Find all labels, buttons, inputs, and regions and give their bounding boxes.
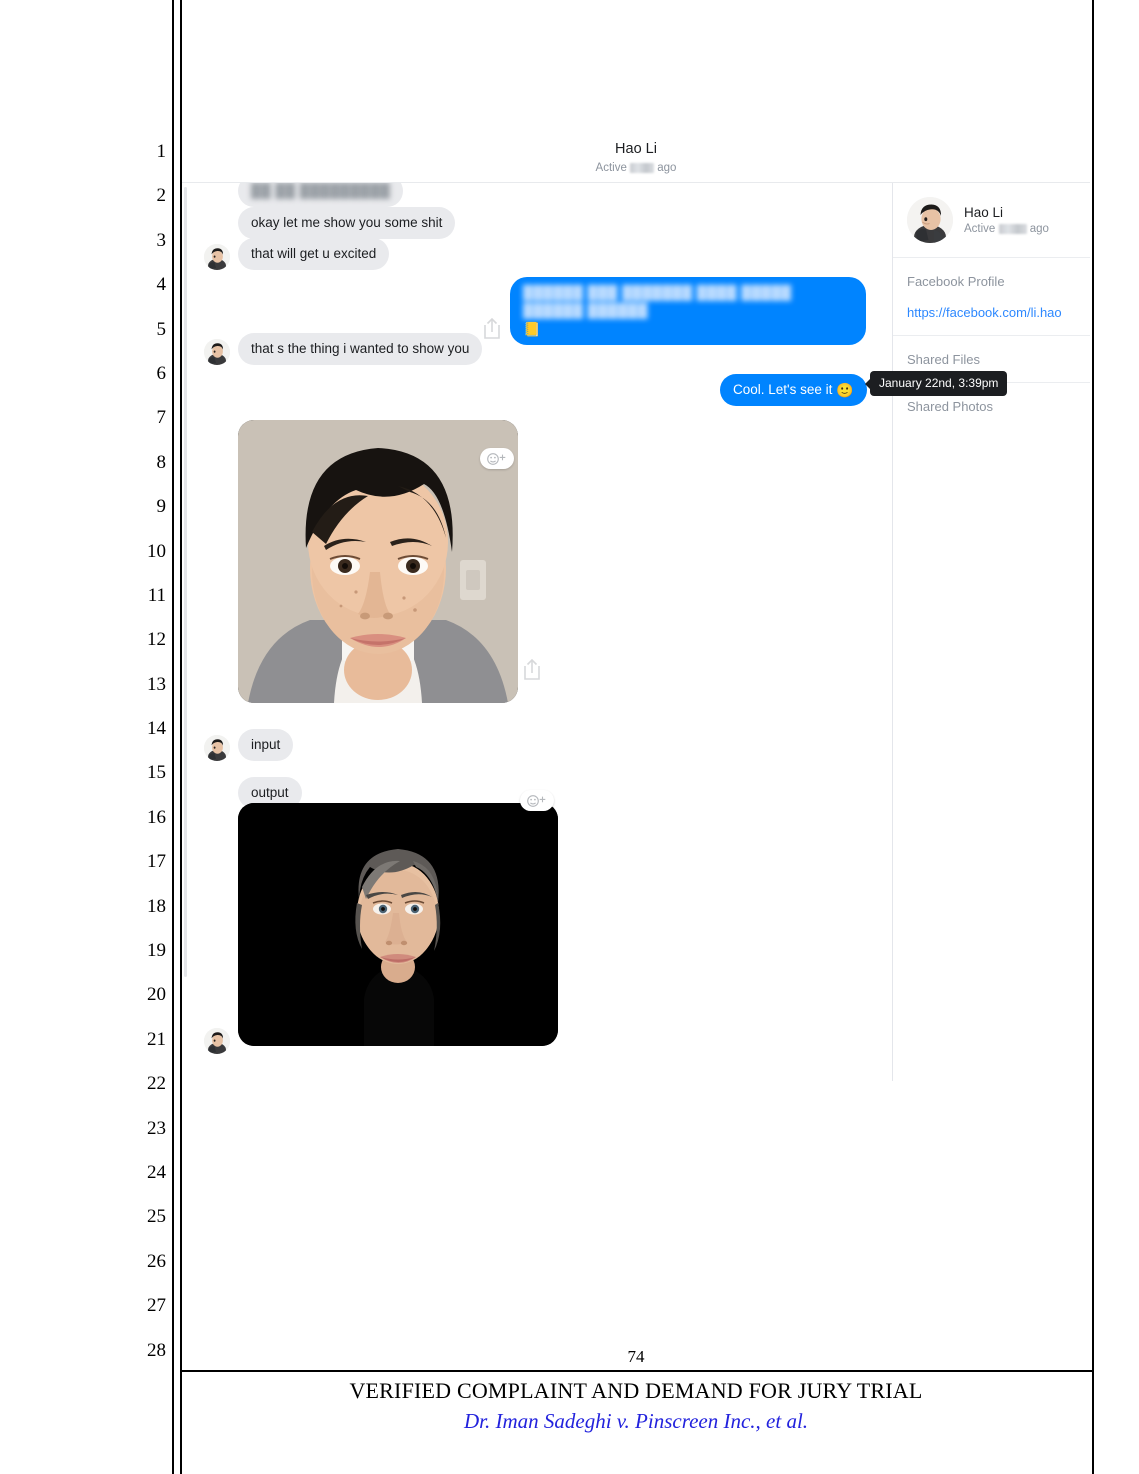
footer-rule <box>180 1369 1092 1372</box>
line-number: 3 <box>156 229 167 251</box>
message-bubble-outgoing[interactable]: Cool. Let's see it 🙂 <box>720 374 867 406</box>
message-bubble[interactable]: that s the thing i wanted to show you <box>238 333 483 365</box>
message-text: input <box>251 737 281 752</box>
details-profile-row[interactable]: Hao Li Active ago <box>893 183 1090 257</box>
thread-header: Hao Li Active ago <box>182 136 1090 183</box>
line-number: 1 <box>156 141 167 162</box>
page-number: 74 <box>627 1346 645 1366</box>
line-number: 20 <box>147 984 166 1006</box>
line-number: 15 <box>147 762 166 784</box>
avatar <box>907 197 953 243</box>
thread-active-status: Active ago <box>182 161 1090 175</box>
message-emoji: 📒 <box>523 321 541 337</box>
message-bubble[interactable]: okay let me show you some shit <box>238 207 456 239</box>
right-margin-rule <box>1092 0 1094 1474</box>
details-profile-name: Hao Li <box>964 204 1004 220</box>
line-number: 14 <box>147 718 166 740</box>
line-number: 22 <box>147 1073 166 1095</box>
message-emoji: 🙂 <box>836 382 854 398</box>
message-text: output <box>251 785 289 800</box>
line-number: 16 <box>147 806 166 828</box>
share-icon[interactable] <box>521 657 543 681</box>
active-prefix: Active <box>595 162 627 174</box>
avatar <box>204 244 230 270</box>
conversation-scrollbar[interactable] <box>184 187 187 977</box>
line-number: 28 <box>147 1339 166 1361</box>
line-number: 11 <box>147 584 166 606</box>
document-footer: 74 VERIFIED COMPLAINT AND DEMAND FOR JUR… <box>180 1347 1092 1437</box>
message-text: ██ ██ █████████ <box>251 183 391 198</box>
message-text: ██████ ███ ███████ ████ █████ ██████ ███… <box>523 285 792 318</box>
line-number: 24 <box>147 1161 166 1183</box>
add-reaction-icon[interactable] <box>520 790 554 811</box>
line-number: 13 <box>147 673 166 695</box>
active-suffix: ago <box>1029 222 1049 235</box>
line-number: 2 <box>156 185 167 207</box>
active-prefix: Active <box>964 222 996 235</box>
message-bubble-redacted-outgoing[interactable]: ██████ ███ ███████ ████ █████ ██████ ███… <box>510 277 866 345</box>
message-row: ██ ██ █████████ <box>238 183 404 207</box>
thread-details-panel: Hao Li Active ago Facebook Profile https… <box>892 183 1090 1081</box>
line-number: 10 <box>147 540 166 562</box>
facebook-profile-section: Facebook Profile https://facebook.com/li… <box>893 257 1090 335</box>
conversation-scroll-area[interactable]: ██ ██ █████████ okay let me show you som… <box>182 183 892 1081</box>
line-number: 8 <box>156 451 167 473</box>
line-number: 19 <box>147 940 166 962</box>
message-text: that s the thing i wanted to show you <box>251 341 470 356</box>
add-reaction-icon[interactable] <box>480 448 514 469</box>
pleading-page: 1 2 3 4 5 6 7 8 9 10 11 12 13 14 15 16 1… <box>0 0 1139 1474</box>
message-text: Cool. Let's see it <box>733 382 833 397</box>
message-row-outgoing: Cool. Let's see it 🙂 <box>720 374 867 406</box>
line-number: 27 <box>147 1295 166 1317</box>
shared-photos-label: Shared Photos <box>907 399 994 414</box>
line-number: 7 <box>156 407 167 429</box>
attachment-output-render[interactable] <box>238 803 558 1046</box>
message-text: okay let me show you some shit <box>251 215 443 230</box>
message-row: input <box>204 729 294 761</box>
avatar <box>204 735 230 761</box>
active-suffix: ago <box>657 162 677 174</box>
message-row <box>204 1028 238 1054</box>
footer-case-caption: Dr. Iman Sadeghi v. Pinscreen Inc., et a… <box>463 1409 809 1433</box>
footer-title: VERIFIED COMPLAINT AND DEMAND FOR JURY T… <box>349 1378 923 1403</box>
redacted-active-time <box>630 163 655 173</box>
line-number: 6 <box>156 362 167 384</box>
line-number: 25 <box>147 1206 166 1228</box>
line-number: 18 <box>147 895 166 917</box>
thread-title: Hao Li <box>615 141 657 157</box>
shared-files-label: Shared Files <box>907 352 980 367</box>
attachment-input-photo[interactable] <box>238 420 518 703</box>
avatar <box>204 339 230 365</box>
messenger-screenshot-exhibit: Hao Li Active ago ██ ██ █████████ okay l… <box>182 136 1090 1081</box>
line-number: 17 <box>147 851 166 873</box>
message-row: that s the thing i wanted to show you <box>204 333 483 365</box>
message-row-outgoing: ██████ ███ ███████ ████ █████ ██████ ███… <box>510 277 866 345</box>
line-number: 12 <box>147 629 166 651</box>
line-number: 4 <box>156 274 167 296</box>
avatar <box>204 1028 230 1054</box>
left-margin-rule-outer <box>172 0 174 1474</box>
message-timestamp-tooltip: January 22nd, 3:39pm <box>864 371 1008 396</box>
redacted-active-time <box>998 223 1027 234</box>
message-bubble-redacted[interactable]: ██ ██ █████████ <box>238 183 404 207</box>
message-text: that will get u excited <box>251 246 377 261</box>
message-row: okay let me show you some shit <box>238 207 456 239</box>
facebook-profile-label: Facebook Profile <box>907 274 1005 289</box>
line-number: 21 <box>147 1028 166 1050</box>
message-bubble-input-label[interactable]: input <box>238 729 294 761</box>
line-number: 23 <box>147 1117 166 1139</box>
line-number: 5 <box>156 318 167 340</box>
message-bubble[interactable]: that will get u excited <box>238 238 390 270</box>
line-number: 9 <box>156 496 167 518</box>
details-active-status: Active ago <box>964 222 1049 237</box>
facebook-profile-link[interactable]: https://facebook.com/li.hao <box>907 304 1090 321</box>
line-number: 26 <box>147 1250 166 1272</box>
message-row: that will get u excited <box>204 238 390 270</box>
line-number-gutter: 1 2 3 4 5 6 7 8 9 10 11 12 13 14 15 16 1… <box>118 130 166 1373</box>
share-icon[interactable] <box>481 316 503 340</box>
